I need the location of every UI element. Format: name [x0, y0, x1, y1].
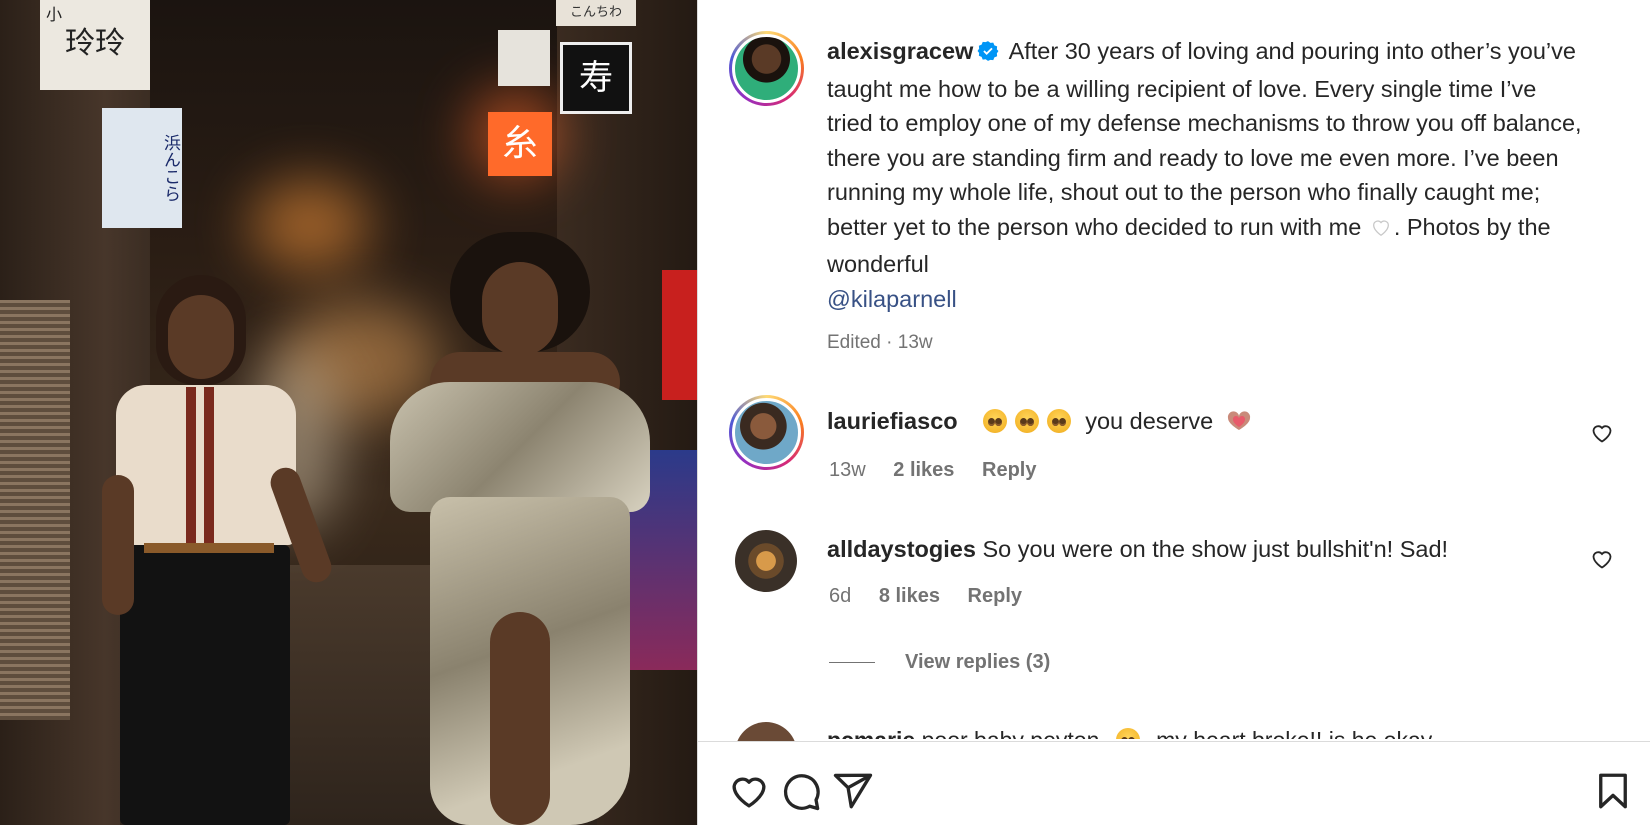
comment-like-icon[interactable]	[1590, 547, 1614, 571]
comment-time[interactable]: 13w	[829, 459, 866, 481]
verified-badge-icon	[977, 37, 999, 72]
author-avatar[interactable]	[729, 31, 804, 106]
comment-likes[interactable]: 2 likes	[893, 459, 954, 481]
commenter-avatar[interactable]	[735, 530, 797, 592]
emoji-icon	[1115, 728, 1140, 739]
view-replies-line	[829, 662, 875, 663]
meta-separator: ·	[886, 332, 893, 353]
reply-button[interactable]: Reply	[982, 459, 1036, 481]
post-photo[interactable]: 小 玲玲 浜んこら 寿 糸 こんちわ	[0, 0, 697, 825]
comment-username[interactable]: alldaystogies	[827, 536, 976, 562]
heart-hands-emoji-icon	[1226, 410, 1252, 438]
comment-time[interactable]: 6d	[829, 585, 851, 607]
caption-text: After 30 years of loving and pouring int…	[827, 38, 1582, 240]
post-time[interactable]: 13w	[898, 332, 933, 353]
author-username[interactable]: alexisgracew	[827, 38, 973, 64]
photo-sign-blue: 浜んこら	[102, 108, 182, 228]
view-replies-button[interactable]: View replies (3)	[829, 651, 1050, 674]
pleading-face-emoji-icon	[1014, 409, 1039, 433]
photo-sign-small	[498, 30, 550, 86]
white-heart-emoji-icon	[1370, 213, 1392, 248]
photo-sign-top: こんちわ	[556, 0, 636, 26]
comment-body: alldaystogies So you were on the show ju…	[827, 536, 1448, 563]
post-caption: alexisgracew After 30 years of loving an…	[827, 34, 1587, 316]
comment-body: lauriefiasco you deserve	[827, 408, 1252, 438]
share-icon[interactable]	[832, 770, 874, 812]
post-meta: Edited · 13w	[827, 332, 933, 354]
post-action-bar	[698, 741, 1650, 825]
view-replies-label: View replies (3)	[905, 651, 1051, 673]
comment-meta: 6d 8 likes Reply	[829, 585, 1044, 608]
photo-sign-white: 小 玲玲	[40, 0, 150, 90]
photo-sign-orange: 糸	[488, 112, 552, 176]
post-details-panel: alexisgracew After 30 years of loving an…	[697, 0, 1650, 825]
like-icon[interactable]	[728, 770, 770, 812]
comment-username[interactable]: lauriefiasco	[827, 408, 958, 434]
photo-person-left	[102, 275, 358, 825]
commenter-avatar[interactable]	[729, 395, 804, 470]
edited-label: Edited	[827, 332, 881, 353]
comment-like-icon[interactable]	[1590, 421, 1614, 445]
comment-icon[interactable]	[780, 770, 822, 812]
photo-person-right	[370, 232, 670, 825]
reply-button[interactable]: Reply	[968, 585, 1022, 607]
comment-meta: 13w 2 likes Reply	[829, 459, 1058, 482]
instagram-post-view: 小 玲玲 浜んこら 寿 糸 こんちわ alexisgracew After 30…	[0, 0, 1650, 825]
comment-body-partial: pcmarie poor baby peyton my heart broke!…	[827, 725, 1432, 739]
comment-text: So you were on the show just bullshit'n!…	[982, 536, 1449, 562]
photo-shutter	[0, 300, 70, 720]
comment-likes[interactable]: 8 likes	[879, 585, 940, 607]
save-icon[interactable]	[1592, 770, 1634, 812]
pleading-face-emoji-icon	[1046, 409, 1071, 433]
comment-text: poor baby peyton	[922, 727, 1100, 739]
comment-text: my heart broke!! is he okay	[1156, 727, 1432, 739]
mention-link[interactable]: @kilaparnell	[827, 286, 957, 312]
pleading-face-emoji-icon	[982, 409, 1007, 433]
comment-username[interactable]: pcmarie	[827, 727, 915, 739]
photo-sign-black: 寿	[560, 42, 632, 114]
comment-text: you deserve	[1085, 408, 1214, 434]
